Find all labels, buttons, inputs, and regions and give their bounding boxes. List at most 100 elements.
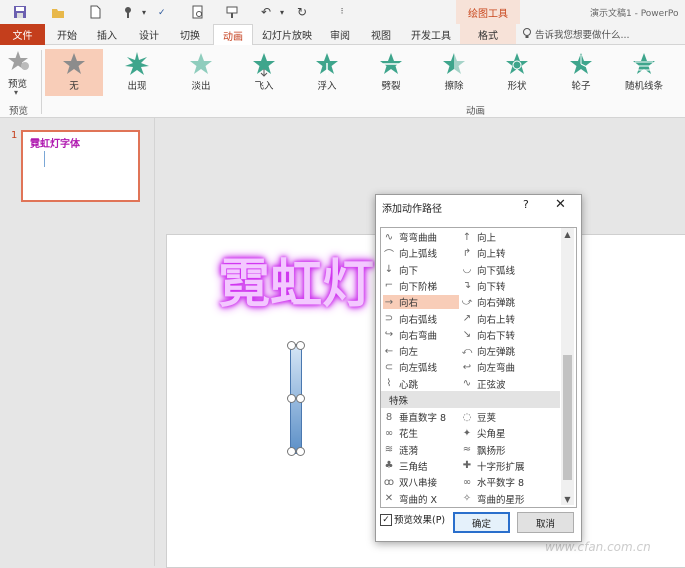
motion-path-item[interactable]: 8 垂直数字 8 <box>383 410 459 425</box>
motion-path-item[interactable]: → 向右 <box>383 295 459 310</box>
anim-float-in[interactable]: 浮入 <box>298 49 356 96</box>
motion-path-item[interactable]: ∿ 弯弯曲曲 <box>383 230 459 245</box>
motion-path-item[interactable]: ⌒ 向上弧线 <box>383 246 459 261</box>
preview-button[interactable]: 预览 ▾ <box>2 48 34 98</box>
anim-split[interactable]: 劈裂 <box>362 49 420 96</box>
motion-path-item[interactable]: ⤻ 向右弹跳 <box>461 295 537 310</box>
motion-path-label: 弯弯曲曲 <box>399 233 438 244</box>
motion-path-item[interactable]: ↑ 向上 <box>461 230 537 245</box>
anim-appear[interactable]: 出现 <box>108 49 166 96</box>
motion-path-label: 向右弯曲 <box>399 330 438 342</box>
resize-handle[interactable] <box>296 447 305 456</box>
arc-right-icon: ⊃ <box>384 313 394 324</box>
tab-file[interactable]: 文件 <box>0 24 45 45</box>
new-file-icon[interactable] <box>87 4 103 20</box>
motion-path-item[interactable]: ✕ 弯曲的 X <box>383 492 459 506</box>
motion-path-item[interactable]: ≈ 飘扬形 <box>461 443 537 457</box>
motion-path-item[interactable]: ⊂ 向左弧线 <box>383 360 459 375</box>
open-folder-icon[interactable] <box>50 4 66 20</box>
tab-view[interactable]: 视图 <box>366 24 396 44</box>
anim-none[interactable]: 无 <box>45 49 103 96</box>
motion-path-item[interactable]: ↘ 向右下转 <box>461 328 537 342</box>
print-preview-icon[interactable] <box>190 4 206 20</box>
tab-review[interactable]: 审阅 <box>325 24 355 44</box>
resize-handle[interactable] <box>287 394 296 403</box>
motion-path-item[interactable]: ↗ 向右上转 <box>461 312 537 326</box>
undo-dropdown-icon[interactable]: ▾ <box>274 4 290 20</box>
motion-path-item[interactable]: ← 向左 <box>383 344 459 359</box>
motion-path-item[interactable]: ⊃ 向右弧线 <box>383 312 459 326</box>
motion-path-item[interactable]: ↓ 向下 <box>383 263 459 277</box>
lightbulb-icon <box>522 27 532 42</box>
anim-fade[interactable]: 淡出 <box>172 49 230 96</box>
format-painter-icon[interactable] <box>224 4 240 20</box>
tab-developer[interactable]: 开发工具 <box>407 24 455 44</box>
redo-icon[interactable]: ↻ <box>294 4 310 20</box>
tab-format[interactable]: 格式 <box>460 24 516 44</box>
motion-path-item[interactable]: ꝏ 双八串接 <box>383 475 459 490</box>
tell-me-box[interactable]: 告诉我您想要做什么... <box>522 24 630 44</box>
tab-slideshow[interactable]: 幻灯片放映 <box>258 24 316 44</box>
motion-path-item[interactable]: ∞ 水平数字 8 <box>461 475 537 490</box>
tab-insert[interactable]: 插入 <box>92 24 122 44</box>
scroll-thumb[interactable] <box>563 355 572 480</box>
motion-path-item[interactable]: ◌ 豆荚 <box>461 410 537 425</box>
motion-path-item[interactable]: ∞ 花生 <box>383 426 459 441</box>
motion-path-item[interactable]: ✚ 十字形扩展 <box>461 459 537 473</box>
motion-path-label: 双八串接 <box>399 478 438 490</box>
motion-path-item[interactable]: ↱ 向上转 <box>461 246 537 261</box>
scroll-down-icon[interactable]: ▼ <box>561 493 574 505</box>
touch-mode-icon[interactable] <box>120 4 136 20</box>
neon-text-box[interactable]: 霓虹灯 <box>210 240 375 320</box>
tab-design[interactable]: 设计 <box>134 24 164 44</box>
arrow-left-icon: ← <box>384 345 394 357</box>
tab-home[interactable]: 开始 <box>52 24 82 44</box>
preview-effect-checkbox[interactable]: ✓ <box>380 514 392 526</box>
curved-star-icon: ✧ <box>462 493 472 504</box>
motion-path-label: 正弦波 <box>477 379 506 391</box>
anim-wipe[interactable]: 擦除 <box>425 49 483 96</box>
motion-path-item[interactable]: ⌇ 心跳 <box>383 377 459 391</box>
tab-transitions[interactable]: 切换 <box>175 24 205 44</box>
motion-path-item[interactable]: ↪ 向右弯曲 <box>383 328 459 342</box>
motion-path-label: 向左弧线 <box>399 363 438 375</box>
motion-path-item[interactable]: ∿ 正弦波 <box>461 377 537 391</box>
appear-star-icon <box>125 52 149 75</box>
anim-label: 浮入 <box>317 81 337 92</box>
motion-path-item[interactable]: ↴ 向下转 <box>461 279 537 293</box>
help-button[interactable]: ? <box>523 198 529 211</box>
star-icon <box>63 53 85 74</box>
anim-random-bars[interactable]: 随机线条 <box>615 49 673 96</box>
motion-path-item[interactable]: ⌐ 向下阶梯 <box>383 279 459 293</box>
bounce-left-icon: ⤺ <box>461 345 473 357</box>
motion-path-label: 尖角星 <box>477 429 506 441</box>
motion-path-item[interactable]: ⤺ 向左弹跳 <box>461 344 537 359</box>
touch-mode-dropdown-icon[interactable]: ▾ <box>136 4 152 20</box>
motion-path-label: 飘扬形 <box>477 445 506 457</box>
anim-shape[interactable]: 形状 <box>488 49 546 96</box>
close-button[interactable]: ✕ <box>555 197 566 212</box>
customize-toolbar-icon[interactable]: ⁝ <box>334 4 350 20</box>
resize-handle[interactable] <box>296 341 305 350</box>
undo-icon[interactable]: ↶ <box>258 4 274 20</box>
scroll-up-icon[interactable]: ▲ <box>561 228 574 240</box>
preview-effect-label[interactable]: 预览效果(P) <box>394 512 445 526</box>
motion-path-item[interactable]: ✦ 尖角星 <box>461 426 537 441</box>
motion-path-item[interactable]: ↩ 向左弯曲 <box>461 360 537 375</box>
preview-dropdown-icon[interactable]: ▾ <box>14 88 18 97</box>
resize-handle[interactable] <box>287 341 296 350</box>
motion-path-item[interactable]: ≋ 涟漪 <box>383 443 459 457</box>
motion-path-item[interactable]: ✧ 弯曲的星形 <box>461 492 537 506</box>
tab-animations[interactable]: 动画 <box>213 24 253 46</box>
resize-handle[interactable] <box>287 447 296 456</box>
anim-fly-in[interactable]: 飞入 <box>235 49 293 96</box>
cross-expand-icon: ✚ <box>462 460 472 472</box>
cancel-button[interactable]: 取消 <box>517 512 574 533</box>
save-icon[interactable] <box>12 4 28 20</box>
spell-check-icon[interactable]: ✓ <box>156 4 172 20</box>
motion-path-item[interactable]: ◡ 向下弧线 <box>461 263 537 277</box>
anim-wheel[interactable]: 轮子 <box>552 49 610 96</box>
ok-button[interactable]: 确定 <box>453 512 510 533</box>
resize-handle[interactable] <box>296 394 305 403</box>
motion-path-item[interactable]: ♣ 三角结 <box>383 459 459 473</box>
